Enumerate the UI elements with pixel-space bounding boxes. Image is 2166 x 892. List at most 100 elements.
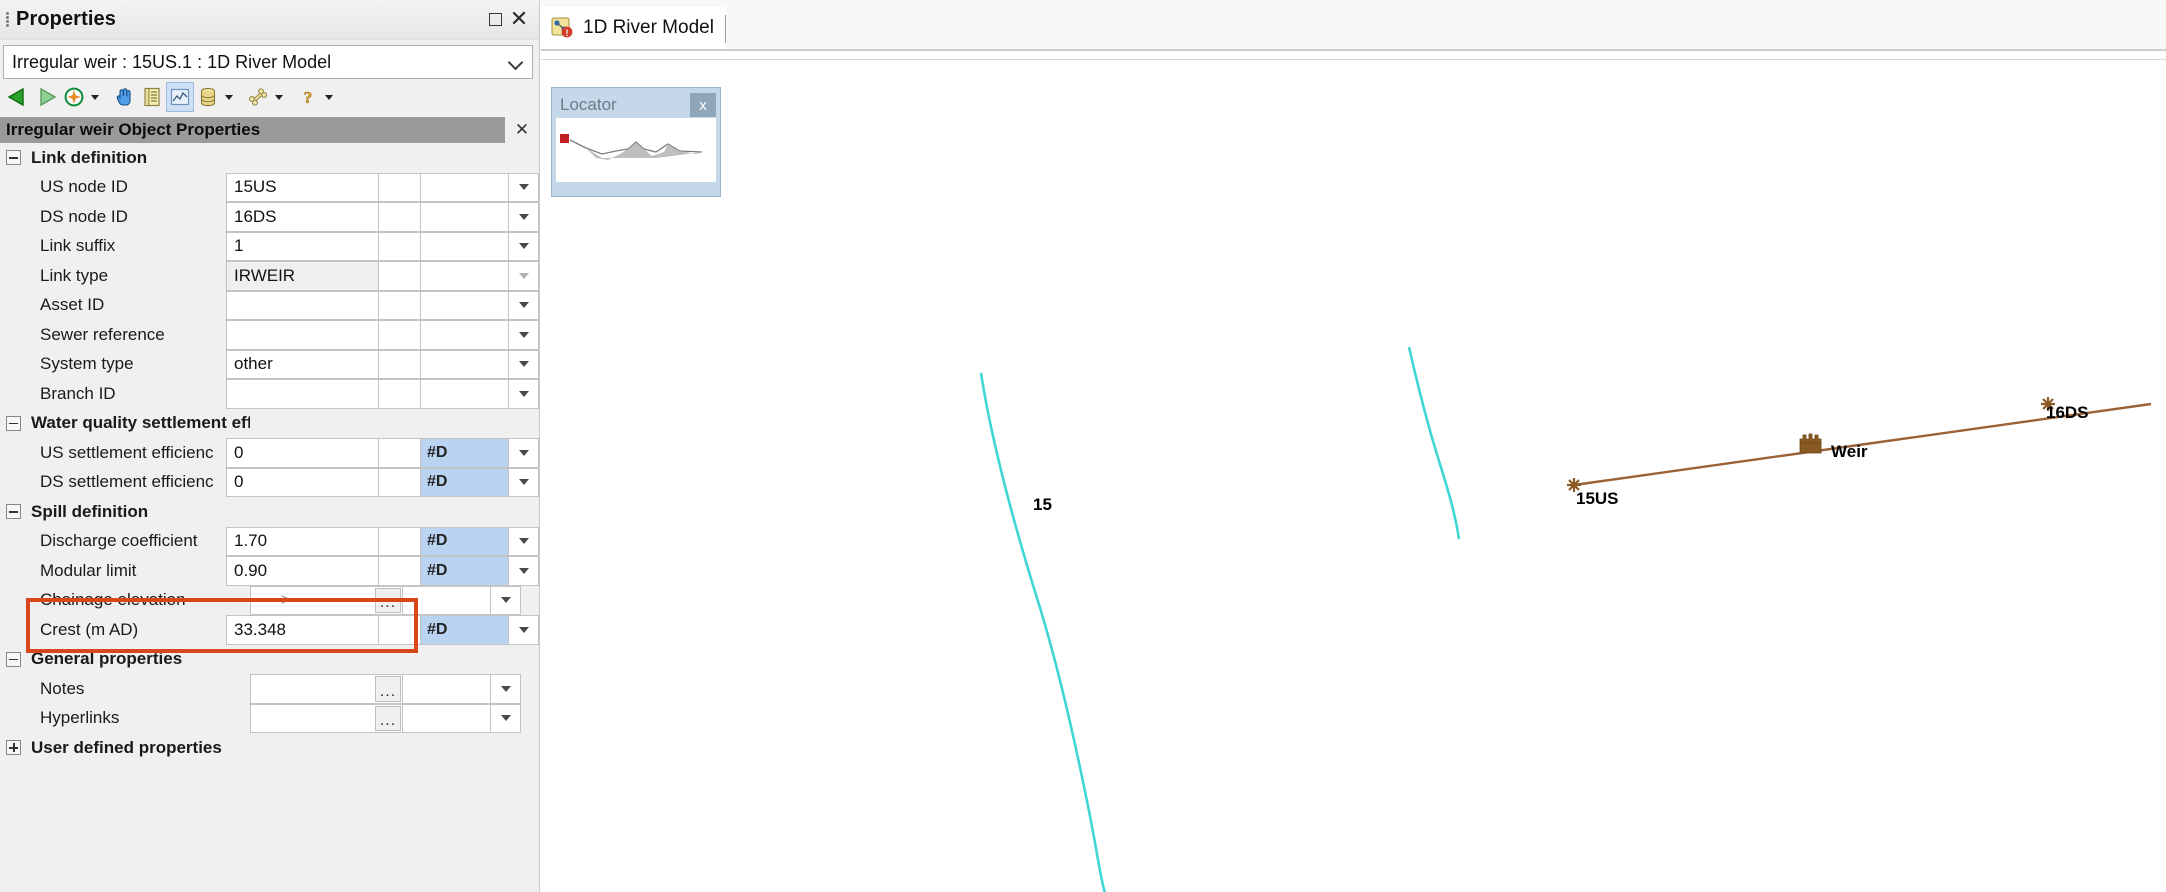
restore-window-icon[interactable] — [483, 8, 507, 32]
property-flag-badge[interactable] — [421, 379, 509, 409]
property-value-input[interactable]: 33.348 — [227, 615, 379, 645]
previous-object-button[interactable] — [4, 82, 32, 112]
property-value-input[interactable]: 1 — [227, 231, 379, 261]
property-value-input[interactable]: 1.70 — [227, 526, 379, 556]
database-dropdown[interactable] — [222, 82, 236, 112]
property-row[interactable]: System type other — [0, 349, 539, 379]
property-row[interactable]: Notes... — [0, 674, 539, 704]
property-value-input[interactable]: 0 — [227, 467, 379, 497]
property-dropdown-arrow[interactable] — [509, 202, 539, 232]
property-flag-badge[interactable] — [421, 231, 509, 261]
property-dropdown-arrow[interactable] — [509, 172, 539, 202]
object-selector-combobox[interactable]: Irregular weir : 15US.1 : 1D River Model — [3, 45, 533, 79]
property-row[interactable]: Asset ID — [0, 290, 539, 320]
property-flag-badge[interactable] — [403, 703, 491, 733]
help-button[interactable]: ? — [294, 82, 322, 112]
property-row[interactable]: Hyperlinks... — [0, 703, 539, 733]
property-value-input[interactable]: IRWEIR — [227, 261, 379, 291]
property-section-header[interactable]: User defined properties — [0, 733, 539, 763]
property-flag-badge[interactable] — [403, 585, 491, 615]
tools-dropdown[interactable] — [272, 82, 286, 112]
tab-1d-river-model[interactable]: ! 1D River Model — [541, 7, 726, 49]
close-icon[interactable]: ✕ — [505, 117, 539, 143]
map-canvas[interactable]: Locator x 15US 16DS Weir 15 — [541, 50, 2166, 892]
property-flag-badge[interactable] — [421, 290, 509, 320]
locate-object-button[interactable] — [60, 82, 88, 112]
property-dropdown-arrow[interactable] — [509, 261, 539, 291]
select-object-button[interactable] — [110, 82, 138, 112]
property-dropdown-arrow[interactable] — [509, 231, 539, 261]
tools-button[interactable] — [244, 82, 272, 112]
collapse-icon[interactable] — [6, 150, 21, 166]
property-dropdown-arrow[interactable] — [509, 438, 539, 468]
property-dropdown-arrow[interactable] — [509, 526, 539, 556]
graph-button[interactable] — [166, 82, 194, 112]
help-dropdown[interactable] — [322, 82, 336, 112]
property-dropdown-arrow[interactable] — [509, 379, 539, 409]
property-value-input[interactable]: 16DS — [227, 202, 379, 232]
property-section-header[interactable]: Spill definition — [0, 497, 539, 527]
property-value-input[interactable]: 15US — [227, 172, 379, 202]
property-flag-badge[interactable]: #D — [421, 467, 509, 497]
property-value-input[interactable]: ... — [251, 703, 403, 733]
property-section-header[interactable]: Water quality settlement efficiency — [0, 408, 539, 438]
next-object-button[interactable] — [32, 82, 60, 112]
property-dropdown-arrow[interactable] — [509, 615, 539, 645]
property-row[interactable]: US settlement efficienc 0 #D — [0, 438, 539, 468]
property-value-input[interactable]: ---->... — [251, 585, 403, 615]
property-row[interactable]: Sewer reference — [0, 320, 539, 350]
panel-drag-grip-icon[interactable] — [4, 11, 10, 29]
chevron-down-icon[interactable] — [506, 52, 526, 72]
property-row[interactable]: Discharge coefficient 1.70 #D — [0, 526, 539, 556]
property-dropdown-arrow[interactable] — [509, 320, 539, 350]
property-row[interactable]: Branch ID — [0, 379, 539, 409]
property-value-input[interactable] — [227, 320, 379, 350]
property-dropdown-arrow[interactable] — [491, 703, 521, 733]
property-value-input[interactable] — [227, 290, 379, 320]
close-icon[interactable]: ✕ — [507, 8, 531, 32]
property-flag-badge[interactable]: #D — [421, 526, 509, 556]
property-row[interactable]: Crest (m AD) 33.348 #D — [0, 615, 539, 645]
property-row[interactable]: Modular limit 0.90 #D — [0, 556, 539, 586]
property-dropdown-arrow[interactable] — [491, 674, 521, 704]
property-dropdown-arrow[interactable] — [491, 585, 521, 615]
property-row[interactable]: Link type IRWEIR — [0, 261, 539, 291]
property-flag-badge[interactable] — [421, 202, 509, 232]
property-value-input[interactable]: 0.90 — [227, 556, 379, 586]
property-flag-badge[interactable] — [421, 172, 509, 202]
property-flag-badge[interactable] — [421, 261, 509, 291]
property-value-input[interactable]: 0 — [227, 438, 379, 468]
collapse-icon[interactable] — [6, 651, 21, 667]
property-flag-badge[interactable]: #D — [421, 615, 509, 645]
collapse-icon[interactable] — [6, 415, 21, 431]
property-flag-badge[interactable]: #D — [421, 438, 509, 468]
open-editor-button[interactable]: ... — [375, 705, 401, 731]
property-flag-badge[interactable] — [421, 320, 509, 350]
property-flag-badge[interactable]: #D — [421, 556, 509, 586]
property-row[interactable]: US node ID 15US — [0, 172, 539, 202]
property-row[interactable]: DS node ID 16DS — [0, 202, 539, 232]
open-editor-button[interactable]: ... — [375, 676, 401, 702]
open-editor-button[interactable]: ... — [375, 587, 401, 613]
property-dropdown-arrow[interactable] — [509, 467, 539, 497]
property-dropdown-arrow[interactable] — [509, 290, 539, 320]
property-value-input[interactable]: ... — [251, 674, 403, 704]
collapse-icon[interactable] — [6, 504, 21, 520]
property-dropdown-arrow[interactable] — [509, 349, 539, 379]
property-section-header[interactable]: General properties — [0, 644, 539, 674]
map-view-area: ! 1D River Model Locator x 15US 16DS Wei… — [541, 0, 2166, 892]
property-value-input[interactable] — [227, 379, 379, 409]
property-flag-badge[interactable] — [421, 349, 509, 379]
expand-icon[interactable] — [6, 740, 21, 756]
database-button[interactable] — [194, 82, 222, 112]
open-form-button[interactable] — [138, 82, 166, 112]
property-row[interactable]: Chainage elevation ---->... — [0, 585, 539, 615]
property-value-input[interactable]: other — [227, 349, 379, 379]
network-drawing[interactable] — [541, 51, 2166, 892]
property-dropdown-arrow[interactable] — [509, 556, 539, 586]
property-row[interactable]: DS settlement efficienc 0 #D — [0, 467, 539, 497]
property-flag-badge[interactable] — [403, 674, 491, 704]
property-row[interactable]: Link suffix 1 — [0, 231, 539, 261]
locate-dropdown[interactable] — [88, 82, 102, 112]
property-section-header[interactable]: Link definition — [0, 143, 539, 173]
